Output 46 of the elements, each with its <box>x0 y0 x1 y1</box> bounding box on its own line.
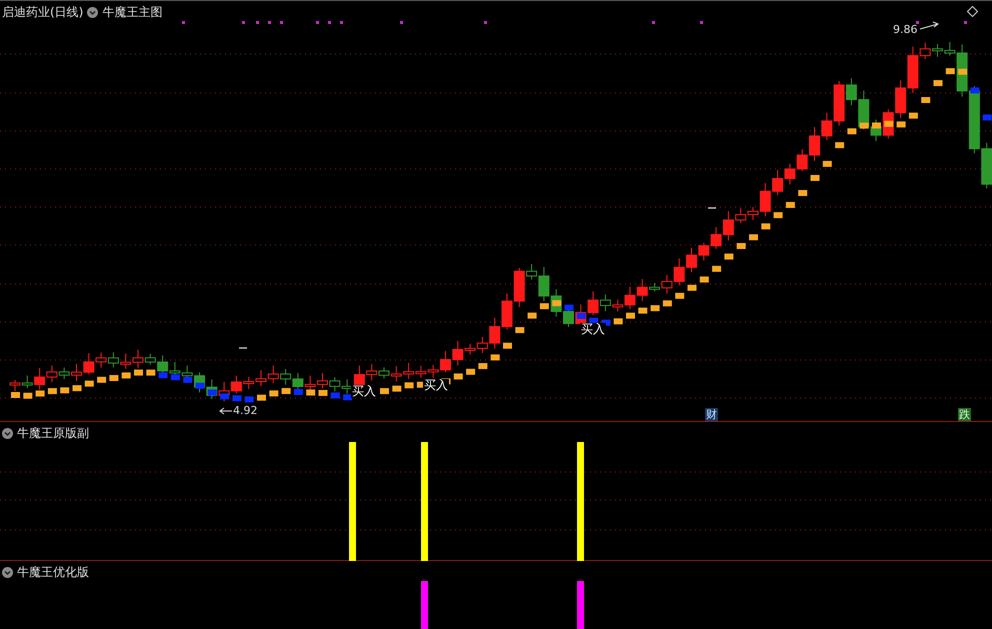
arrow-icon <box>920 22 940 30</box>
price-label: 4.92 <box>233 405 258 417</box>
candlestick <box>243 376 254 390</box>
candlestick <box>674 258 685 286</box>
candlestick <box>710 226 722 250</box>
collapse-icon[interactable] <box>87 7 98 18</box>
buy-signal-label: 买入 <box>351 385 377 398</box>
candlestick <box>390 366 402 382</box>
price-label: 9.86 <box>893 24 918 36</box>
candlestick <box>280 368 292 386</box>
stock-title: 启迪药业(日线) <box>2 4 84 21</box>
candlestick <box>588 290 599 316</box>
candlestick <box>502 292 512 330</box>
collapse-icon[interactable] <box>2 428 13 439</box>
candlestick <box>895 80 906 118</box>
candlestick <box>108 352 119 368</box>
candlestick <box>784 163 796 185</box>
panel-title: 牛魔王原版副 <box>17 425 89 442</box>
candlestick <box>317 372 328 389</box>
candlestick <box>329 376 340 392</box>
buy-signal-label: 买入 <box>580 323 606 336</box>
candlestick <box>600 294 611 312</box>
diamond-icon[interactable] <box>967 6 978 17</box>
candlestick <box>415 365 426 378</box>
candlestick <box>120 352 132 370</box>
trend-block <box>982 114 992 120</box>
candlestick <box>96 352 107 368</box>
event-badge[interactable]: 跌 <box>958 408 971 421</box>
trend-block <box>970 87 980 94</box>
candlestick <box>230 375 242 394</box>
candlestick <box>686 247 697 273</box>
event-badge[interactable]: 财 <box>705 408 718 421</box>
candlestick <box>698 242 710 262</box>
candlestick <box>268 364 279 384</box>
candlestick <box>292 372 304 390</box>
collapse-icon[interactable] <box>2 567 13 578</box>
candlestick <box>403 362 414 380</box>
buy-signal-label: 买入 <box>423 379 449 392</box>
candlestick <box>83 352 94 375</box>
candlestick <box>256 370 266 387</box>
candlestick <box>932 44 943 58</box>
arrow-icon <box>219 408 232 414</box>
panel-title: 牛魔王优化版 <box>17 564 89 581</box>
indicator-title: 牛魔王主图 <box>102 4 162 21</box>
candlestick <box>772 169 784 196</box>
candlestick <box>10 380 20 392</box>
